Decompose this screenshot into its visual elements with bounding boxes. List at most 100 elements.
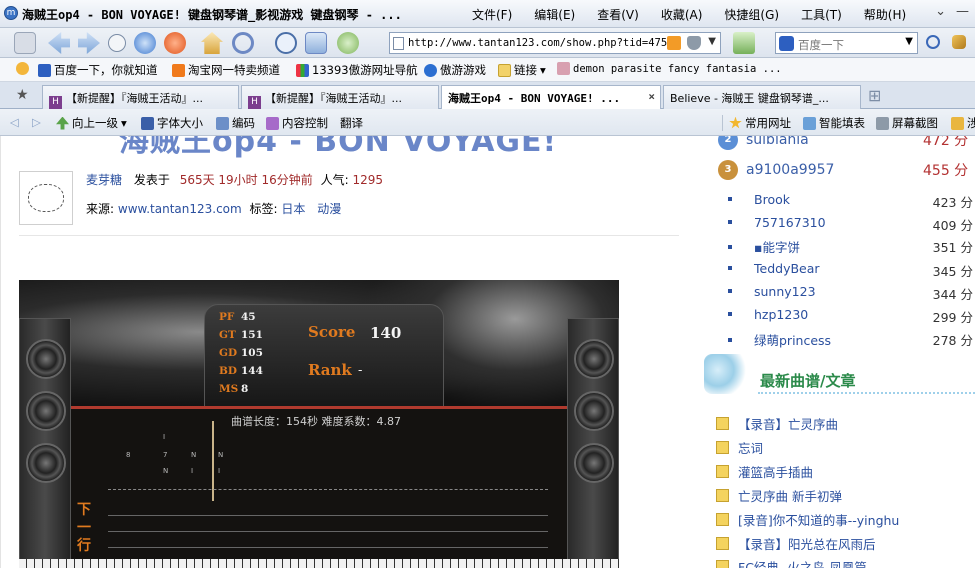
history-dropdown-icon[interactable]: [108, 34, 126, 52]
search-icon[interactable]: [926, 35, 940, 49]
chevron-down-icon[interactable]: ⌄: [935, 4, 946, 19]
tag-link[interactable]: 动漫: [317, 202, 341, 216]
favorite-item-13393[interactable]: 13393傲游网址导航: [296, 62, 418, 78]
undo-icon[interactable]: [232, 32, 254, 54]
clock-icon[interactable]: [275, 32, 297, 54]
leaderboard-name[interactable]: a9100a9957: [746, 162, 834, 178]
search-input[interactable]: 百度一下: [798, 37, 844, 53]
rss-icon[interactable]: [667, 36, 681, 50]
back-small-icon[interactable]: ◁: [10, 115, 19, 129]
favorite-item-demon-parasite[interactable]: demon parasite fancy fantasia ...: [557, 62, 782, 75]
leaderboard-score: 299 分: [932, 310, 973, 325]
user-group-icon[interactable]: [337, 32, 359, 54]
forward-small-icon[interactable]: ▷: [32, 115, 41, 129]
up-level-button[interactable]: 向上一级 ▾: [56, 115, 127, 131]
leaderboard-name[interactable]: 绿萌princess: [754, 333, 831, 348]
favorite-heart[interactable]: [16, 62, 29, 75]
latest-item-link[interactable]: 【录音】亡灵序曲: [738, 414, 838, 433]
leaderboard-row[interactable]: sunny123 344 分: [728, 284, 975, 302]
address-input[interactable]: http://www.tantan123.com/show.php?tid=47…: [408, 37, 674, 49]
favorite-item-maxthon-games[interactable]: 傲游游戏: [424, 62, 486, 78]
leaderboard-row[interactable]: 757167310 409 分: [728, 215, 975, 233]
screenshot-button[interactable]: 屏幕截图: [876, 115, 938, 131]
menu-tools[interactable]: 工具(T): [801, 6, 842, 23]
translate-button[interactable]: 翻译: [340, 115, 363, 131]
leaderboard-row[interactable]: ▪能字饼 351 分: [728, 237, 975, 256]
leaderboard-name[interactable]: hzp1230: [754, 307, 808, 322]
close-icon[interactable]: ×: [648, 90, 655, 103]
browser-app-icon[interactable]: m: [4, 6, 18, 20]
tab-label: 【新提醒】『海贼王活动』...: [265, 92, 402, 105]
latest-item-link[interactable]: 【录音】阳光总在风雨后: [738, 534, 876, 553]
minimize-button[interactable]: —: [956, 4, 969, 19]
stop-icon[interactable]: [164, 32, 186, 54]
source-link[interactable]: www.tantan123.com: [118, 202, 242, 216]
tab-active-op4[interactable]: 海贼王op4 - BON VOYAGE! ... ×: [441, 85, 661, 110]
tab-reminder-2[interactable]: H 【新提醒】『海贼王活动』...: [241, 85, 439, 109]
menu-favorites[interactable]: 收藏(A): [661, 6, 703, 23]
leaderboard-row[interactable]: hzp1230 299 分: [728, 307, 975, 325]
menu-help[interactable]: 帮助(H): [864, 6, 906, 23]
latest-item-link[interactable]: [录音]你不知道的事--yinghu: [738, 510, 899, 529]
user-status-icon[interactable]: [14, 32, 36, 54]
camera-icon: [876, 116, 889, 130]
menu-view[interactable]: 查看(V): [597, 6, 639, 23]
tab-believe[interactable]: Believe - 海贼王 键盘钢琴谱_...: [663, 85, 861, 109]
more-tools-button[interactable]: 涉: [951, 115, 975, 131]
latest-item[interactable]: 【录音】阳光总在风雨后: [716, 534, 876, 553]
leaderboard-row[interactable]: TeddyBear 345 分: [728, 261, 975, 279]
tab-reminder-1[interactable]: H 【新提醒】『海贼王活动』...: [42, 85, 239, 109]
tag-link[interactable]: 日本: [281, 202, 305, 216]
search-box[interactable]: 百度一下 ▼: [775, 32, 918, 54]
font-size-button[interactable]: 字体大小: [141, 115, 203, 131]
go-icon[interactable]: [733, 32, 755, 54]
encoding-icon: [216, 116, 229, 130]
shield-icon[interactable]: [687, 36, 701, 50]
refresh-icon[interactable]: [134, 32, 156, 54]
leaderboard-row[interactable]: 绿萌princess 278 分: [728, 330, 975, 349]
star-icon[interactable]: ★: [16, 87, 29, 103]
leaderboard-name[interactable]: TeddyBear: [754, 261, 820, 276]
latest-item[interactable]: 亡灵序曲 新手初弹: [716, 486, 842, 505]
favorite-item-taobao[interactable]: 淘宝网一特卖频道: [172, 62, 280, 78]
latest-item[interactable]: [录音]你不知道的事--yinghu: [716, 510, 899, 529]
latest-item-link[interactable]: 亡灵序曲 新手初弹: [738, 486, 842, 505]
leaderboard-name[interactable]: Brook: [754, 192, 790, 207]
address-bar[interactable]: http://www.tantan123.com/show.php?tid=47…: [389, 32, 721, 54]
latest-item[interactable]: 【录音】亡灵序曲: [716, 414, 838, 433]
latest-item-link[interactable]: 忘词: [738, 438, 763, 457]
leaderboard-name[interactable]: ▪能字饼: [754, 240, 800, 255]
new-tab-icon[interactable]: ⊞: [868, 86, 881, 105]
author-link[interactable]: 麦芽糖: [86, 173, 122, 187]
pencil-icon[interactable]: [952, 35, 966, 49]
back-arrow-icon[interactable]: [48, 32, 70, 54]
menu-edit[interactable]: 编辑(E): [534, 6, 575, 23]
leaderboard-name[interactable]: sunny123: [754, 284, 816, 299]
leaderboard-top-item[interactable]: 2 suibianla 472 分: [718, 136, 968, 150]
piano-game-panel[interactable]: PF 45 GT 151 GD 105 BD 144 MS 8 Score 140 Ran…: [19, 280, 619, 568]
avatar[interactable]: [19, 171, 73, 225]
smart-fill-button[interactable]: 智能填表: [803, 115, 865, 131]
menu-file[interactable]: 文件(F): [472, 6, 512, 23]
chevron-down-icon[interactable]: ▼: [905, 36, 913, 47]
forward-arrow-icon[interactable]: [78, 32, 100, 54]
chevron-down-icon[interactable]: ▼: [708, 36, 716, 47]
latest-item-link[interactable]: 灌篮高手插曲: [738, 462, 813, 481]
content-control-button[interactable]: 内容控制: [266, 115, 328, 131]
leaderboard-row[interactable]: Brook 423 分: [728, 192, 975, 210]
favorite-folder-links[interactable]: 链接 ▾: [498, 62, 546, 78]
latest-item[interactable]: FC经典- 火之鸟-凤凰篇: [716, 557, 867, 568]
latest-item-link[interactable]: FC经典- 火之鸟-凤凰篇: [738, 557, 867, 568]
menu-quickgroup[interactable]: 快捷组(G): [724, 6, 779, 23]
latest-item[interactable]: 灌篮高手插曲: [716, 462, 813, 481]
common-sites-button[interactable]: 常用网址: [722, 115, 791, 131]
window-icon[interactable]: [305, 32, 327, 54]
leaderboard-name[interactable]: suibianla: [746, 136, 809, 148]
favorites-bar: 百度一下，你就知道 淘宝网一特卖频道 13393傲游网址导航 傲游游戏 链接 ▾ …: [0, 58, 975, 82]
leaderboard-top-item[interactable]: 3 a9100a9957 455 分: [718, 160, 968, 180]
encoding-button[interactable]: 编码: [216, 115, 255, 131]
leaderboard-name[interactable]: 757167310: [754, 215, 826, 230]
latest-item[interactable]: 忘词: [716, 438, 763, 457]
favorite-item-baidu[interactable]: 百度一下，你就知道: [38, 62, 158, 78]
home-icon[interactable]: [201, 32, 223, 54]
